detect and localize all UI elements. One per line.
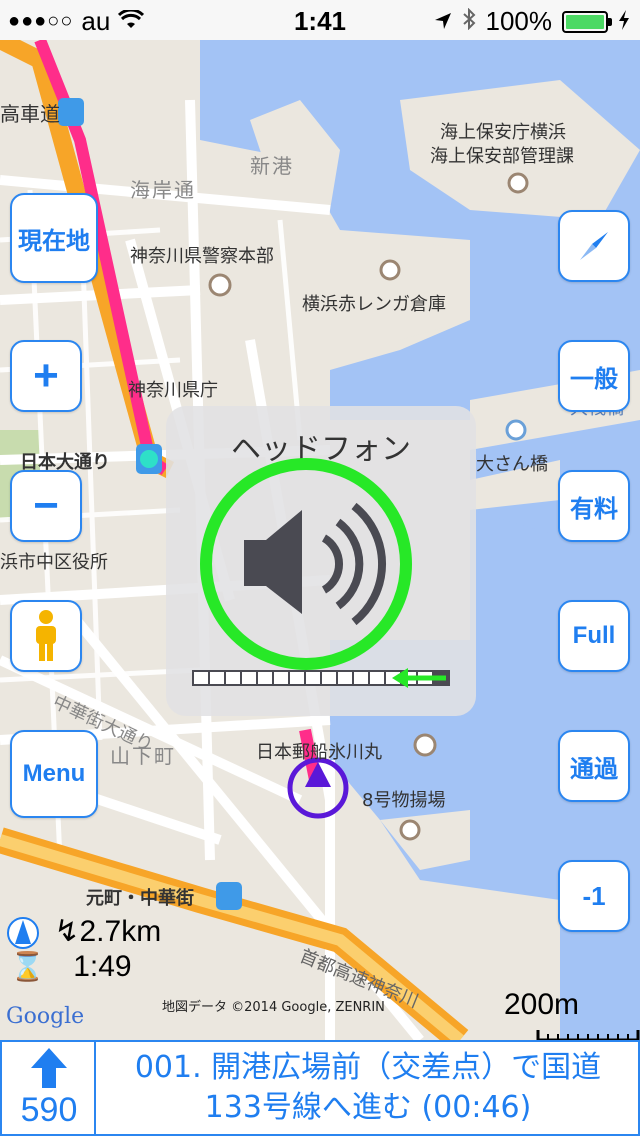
volume-segment: [322, 672, 336, 684]
map-label-police: 神奈川県警察本部: [130, 246, 274, 267]
bluetooth-icon: [462, 6, 476, 37]
volume-segment: [210, 672, 224, 684]
straight-arrow-icon: [31, 1048, 67, 1088]
map-label-kaigan: 海岸通: [130, 178, 196, 202]
next-turn-panel: 590: [2, 1042, 96, 1134]
volume-segment: [242, 672, 256, 684]
minus-one-button[interactable]: -1: [558, 860, 630, 932]
street-view-button[interactable]: [10, 600, 82, 672]
location-arrow-icon: [434, 6, 452, 37]
volume-segment: [258, 672, 272, 684]
map-label-ward-office: 浜市中区役所: [0, 552, 108, 573]
volume-segment: [274, 672, 288, 684]
volume-hud: ヘッドフォン: [166, 406, 476, 716]
instruction-line-2: 133号線へ進む (00:46): [204, 1090, 532, 1125]
volume-segment: [370, 672, 384, 684]
arrow-left-icon: [392, 668, 446, 688]
map-label-yamashita: 山下町: [110, 744, 176, 768]
compass-button[interactable]: [558, 210, 630, 282]
current-location-button[interactable]: 現在地: [10, 193, 98, 283]
map-label-shinko: 新港: [250, 154, 294, 178]
map-label-pref-office: 神奈川県庁: [128, 380, 218, 401]
guidance-bar[interactable]: 590 001. 開港広場前（交差点）で国道 133号線へ進む (00:46): [0, 1040, 640, 1136]
map-label-station: 高車道: [0, 102, 60, 126]
hourglass-icon: ⌛: [10, 951, 45, 982]
battery-percent: 100%: [485, 6, 553, 36]
volume-segment: [306, 672, 320, 684]
volume-segment: [354, 672, 368, 684]
zoom-in-button[interactable]: +: [10, 340, 82, 412]
turn-icon: ↯: [54, 915, 80, 948]
menu-button[interactable]: Menu: [10, 730, 98, 818]
zoom-out-button[interactable]: −: [10, 470, 82, 542]
remaining-distance-row: ↯2.7km: [6, 914, 161, 950]
map-label-motomachi: 元町・中華街: [86, 888, 194, 909]
direction-icon: [7, 917, 39, 950]
map-label-pier8: 8号物揚場: [362, 790, 446, 811]
pass-button[interactable]: 通過: [558, 730, 630, 802]
volume-segment: [226, 672, 240, 684]
charging-icon: [618, 6, 630, 37]
toll-road-button[interactable]: 有料: [558, 470, 630, 542]
full-route-button[interactable]: Full: [558, 600, 630, 672]
map-label-coast-guard: 海上保安庁横浜: [440, 122, 566, 143]
volume-segment: [290, 672, 304, 684]
remaining-distance: 2.7km: [79, 915, 162, 948]
instruction-line-1: 001. 開港広場前（交差点）で国道: [134, 1050, 602, 1085]
remaining-time-row: ⌛ 1:49: [10, 950, 132, 984]
volume-segment: [338, 672, 352, 684]
remaining-time: 1:49: [73, 950, 132, 983]
map-copyright: 地図データ ©2014 Google, ZENRIN: [162, 1000, 385, 1015]
status-bar: ●●●○○ au 1:41 100%: [0, 0, 640, 40]
general-road-button[interactable]: 一般: [558, 340, 630, 412]
compass-icon: [580, 232, 608, 260]
next-turn-distance: 590: [20, 1091, 78, 1129]
map-label-osanbashi: 大さん橋: [476, 454, 548, 475]
guidance-instruction: 001. 開港広場前（交差点）で国道 133号線へ進む (00:46): [98, 1048, 638, 1128]
pegman-icon: [36, 610, 56, 661]
battery-icon: [562, 10, 612, 33]
map-label-coast-guard-office: 海上保安部管理課: [430, 146, 574, 167]
volume-segment: [194, 672, 208, 684]
google-logo: Google: [6, 1004, 85, 1029]
map-label-red-brick: 横浜赤レンガ倉庫: [302, 294, 446, 315]
scale-label: 200m: [504, 988, 580, 1021]
map-label-hikawamaru: 日本郵船氷川丸: [256, 742, 382, 763]
